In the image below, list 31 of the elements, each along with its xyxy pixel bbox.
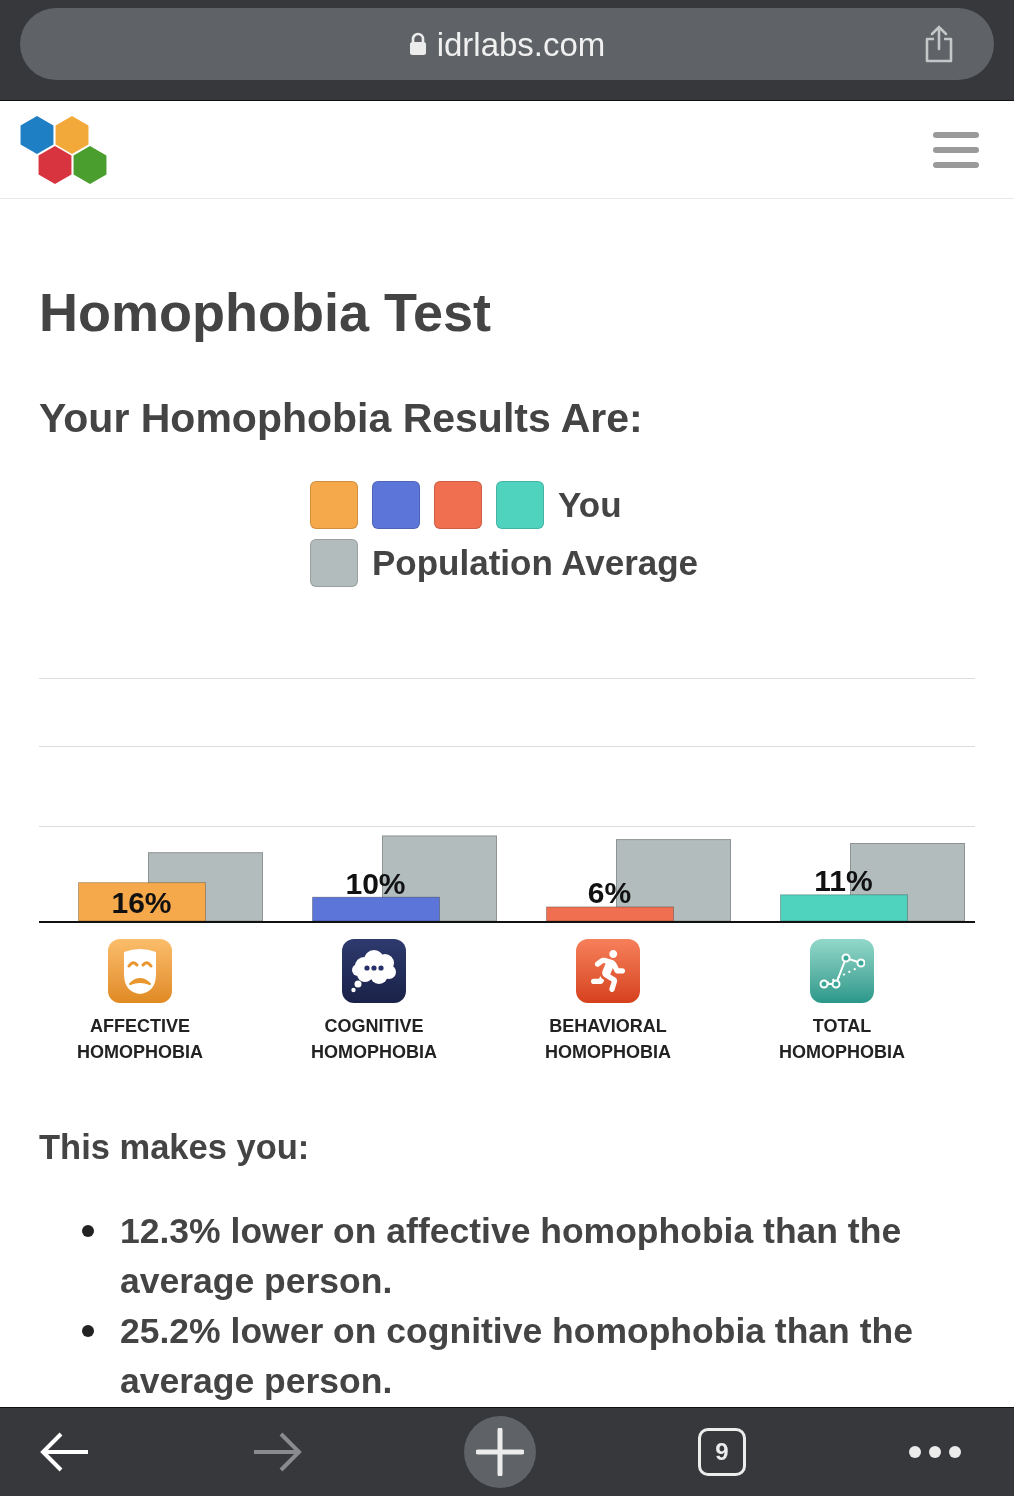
- category-label: TOTAL HOMOPHOBIA: [778, 1015, 906, 1064]
- plus-icon: [476, 1428, 524, 1476]
- line-graph-icon: [810, 939, 874, 1003]
- thought-bubble-icon: [342, 939, 406, 1003]
- value-label: 11%: [814, 864, 873, 898]
- summary-item: 12.3% lower on affective homophobia than the average person.: [120, 1210, 903, 1303]
- category-label: COGNITIVE HOMOPHOBIA: [310, 1015, 438, 1064]
- results-heading: Your Homophobia Results Are:: [39, 394, 644, 442]
- bullet-icon: [82, 1325, 94, 1337]
- hexagons-logo-icon[interactable]: [19, 114, 109, 185]
- legend-label: Population Average: [372, 542, 699, 584]
- crying-mask-icon: [108, 939, 172, 1003]
- arrow-left-icon: [40, 1432, 90, 1472]
- value-label: 10%: [345, 866, 406, 900]
- legend-label: You: [558, 484, 622, 526]
- summary-heading: This makes you:: [39, 1127, 311, 1167]
- menu-icon[interactable]: [933, 129, 979, 170]
- url-text: idrlabs.com: [436, 27, 606, 61]
- more-dots-icon: [908, 1445, 962, 1459]
- arrow-right-icon: [252, 1432, 302, 1472]
- share-icon[interactable]: [924, 25, 954, 63]
- running-person-icon: [576, 939, 640, 1003]
- category-label: AFFECTIVE HOMOPHOBIA: [76, 1015, 204, 1064]
- summary-item: 25.2% lower on cognitive homophobia than the average person.: [120, 1310, 914, 1403]
- bullet-icon: [82, 1225, 94, 1237]
- tab-count-button[interactable]: 9: [698, 1428, 746, 1476]
- category-label: BEHAVIORAL HOMOPHOBIA: [544, 1015, 672, 1064]
- value-label: 6%: [587, 876, 632, 910]
- value-label: 16%: [111, 886, 172, 920]
- page-title: Homophobia Test: [39, 281, 492, 344]
- address-bar[interactable]: idrlabs.com: [20, 8, 994, 80]
